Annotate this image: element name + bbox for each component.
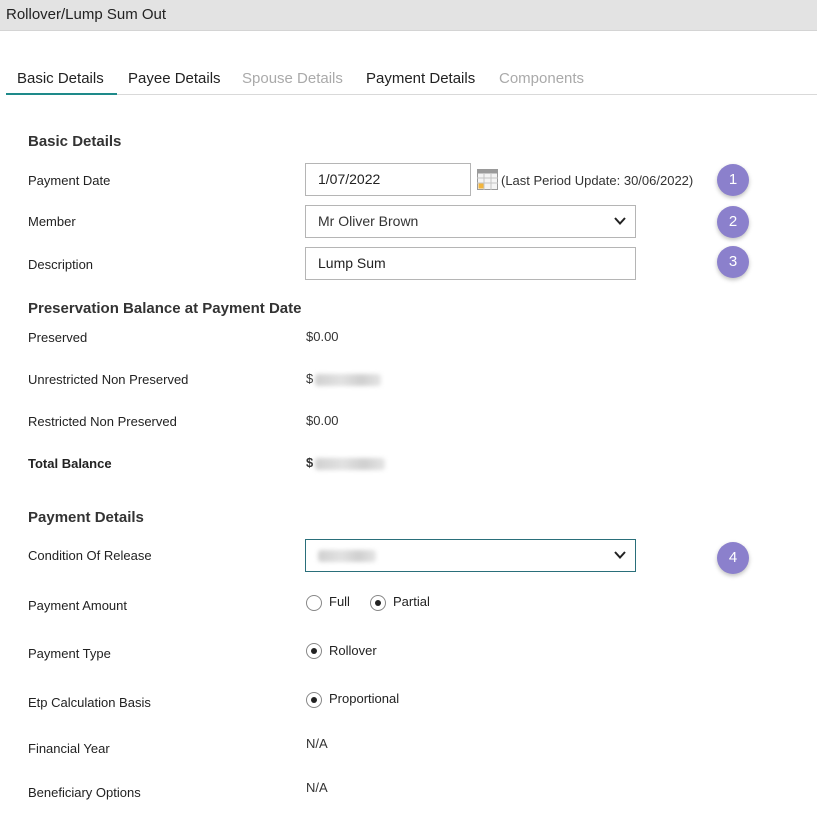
beneficiary-options-label: Beneficiary Options: [28, 785, 141, 800]
window-titlebar: Rollover/Lump Sum Out: [0, 0, 817, 31]
annotation-badge-2: 2: [717, 206, 749, 238]
payment-date-label: Payment Date: [28, 173, 111, 188]
unrestricted-label: Unrestricted Non Preserved: [28, 372, 189, 387]
chevron-down-icon: [614, 217, 626, 225]
preserved-value: $0.00: [306, 329, 339, 344]
tab-payee-details[interactable]: Payee Details: [128, 70, 221, 87]
etp-calculation-basis-label: Etp Calculation Basis: [28, 695, 151, 710]
redacted-amount: [315, 458, 385, 470]
member-selected-value: Mr Oliver Brown: [318, 213, 419, 229]
payment-amount-full-radio[interactable]: [306, 595, 322, 611]
description-value: Lump Sum: [318, 255, 386, 271]
redacted-selection: [318, 550, 376, 562]
tab-payment-details[interactable]: Payment Details: [366, 70, 475, 87]
payment-amount-label: Payment Amount: [28, 598, 127, 613]
calendar-icon[interactable]: [477, 169, 498, 190]
tab-components: Components: [499, 70, 585, 87]
active-tab-indicator: [6, 93, 117, 95]
payment-amount-full-label[interactable]: Full: [329, 594, 350, 609]
payment-details-heading: Payment Details: [28, 509, 144, 526]
etp-proportional-radio[interactable]: [306, 692, 322, 708]
financial-year-label: Financial Year: [28, 741, 110, 756]
payment-type-rollover-radio[interactable]: [306, 643, 322, 659]
payment-type-rollover-label[interactable]: Rollover: [329, 643, 377, 658]
financial-year-value: N/A: [306, 736, 328, 751]
restricted-label: Restricted Non Preserved: [28, 414, 177, 429]
preservation-heading: Preservation Balance at Payment Date: [28, 300, 302, 317]
total-balance-label: Total Balance: [28, 456, 112, 471]
payment-amount-partial-label[interactable]: Partial: [393, 594, 430, 609]
condition-of-release-label: Condition Of Release: [28, 548, 152, 563]
payment-type-label: Payment Type: [28, 646, 111, 661]
basic-details-heading: Basic Details: [28, 133, 122, 150]
tab-spouse-details: Spouse Details: [242, 70, 343, 87]
payment-date-value: 1/07/2022: [318, 171, 381, 187]
restricted-value: $0.00: [306, 413, 339, 428]
annotation-badge-3: 3: [717, 246, 749, 278]
annotation-badge-4: 4: [717, 542, 749, 574]
total-balance-value: $: [306, 455, 314, 470]
preserved-label: Preserved: [28, 330, 88, 345]
annotation-badge-1: 1: [717, 164, 749, 196]
beneficiary-options-value: N/A: [306, 780, 328, 795]
tab-basic-details[interactable]: Basic Details: [17, 70, 104, 87]
description-label: Description: [28, 257, 94, 272]
redacted-amount: [315, 374, 381, 386]
member-select[interactable]: Mr Oliver Brown: [305, 205, 636, 238]
payment-date-input[interactable]: 1/07/2022: [305, 163, 471, 196]
payment-amount-partial-radio[interactable]: [370, 595, 386, 611]
last-period-update: (Last Period Update: 30/06/2022): [501, 173, 694, 188]
window-title: Rollover/Lump Sum Out: [6, 6, 167, 23]
chevron-down-icon: [614, 551, 626, 559]
member-label: Member: [28, 214, 76, 229]
unrestricted-value: $: [306, 371, 314, 386]
description-input[interactable]: Lump Sum: [305, 247, 636, 280]
etp-proportional-label[interactable]: Proportional: [329, 691, 399, 706]
tab-bar: Basic Details Payee Details Spouse Detai…: [6, 67, 817, 95]
condition-of-release-select[interactable]: [305, 539, 636, 572]
